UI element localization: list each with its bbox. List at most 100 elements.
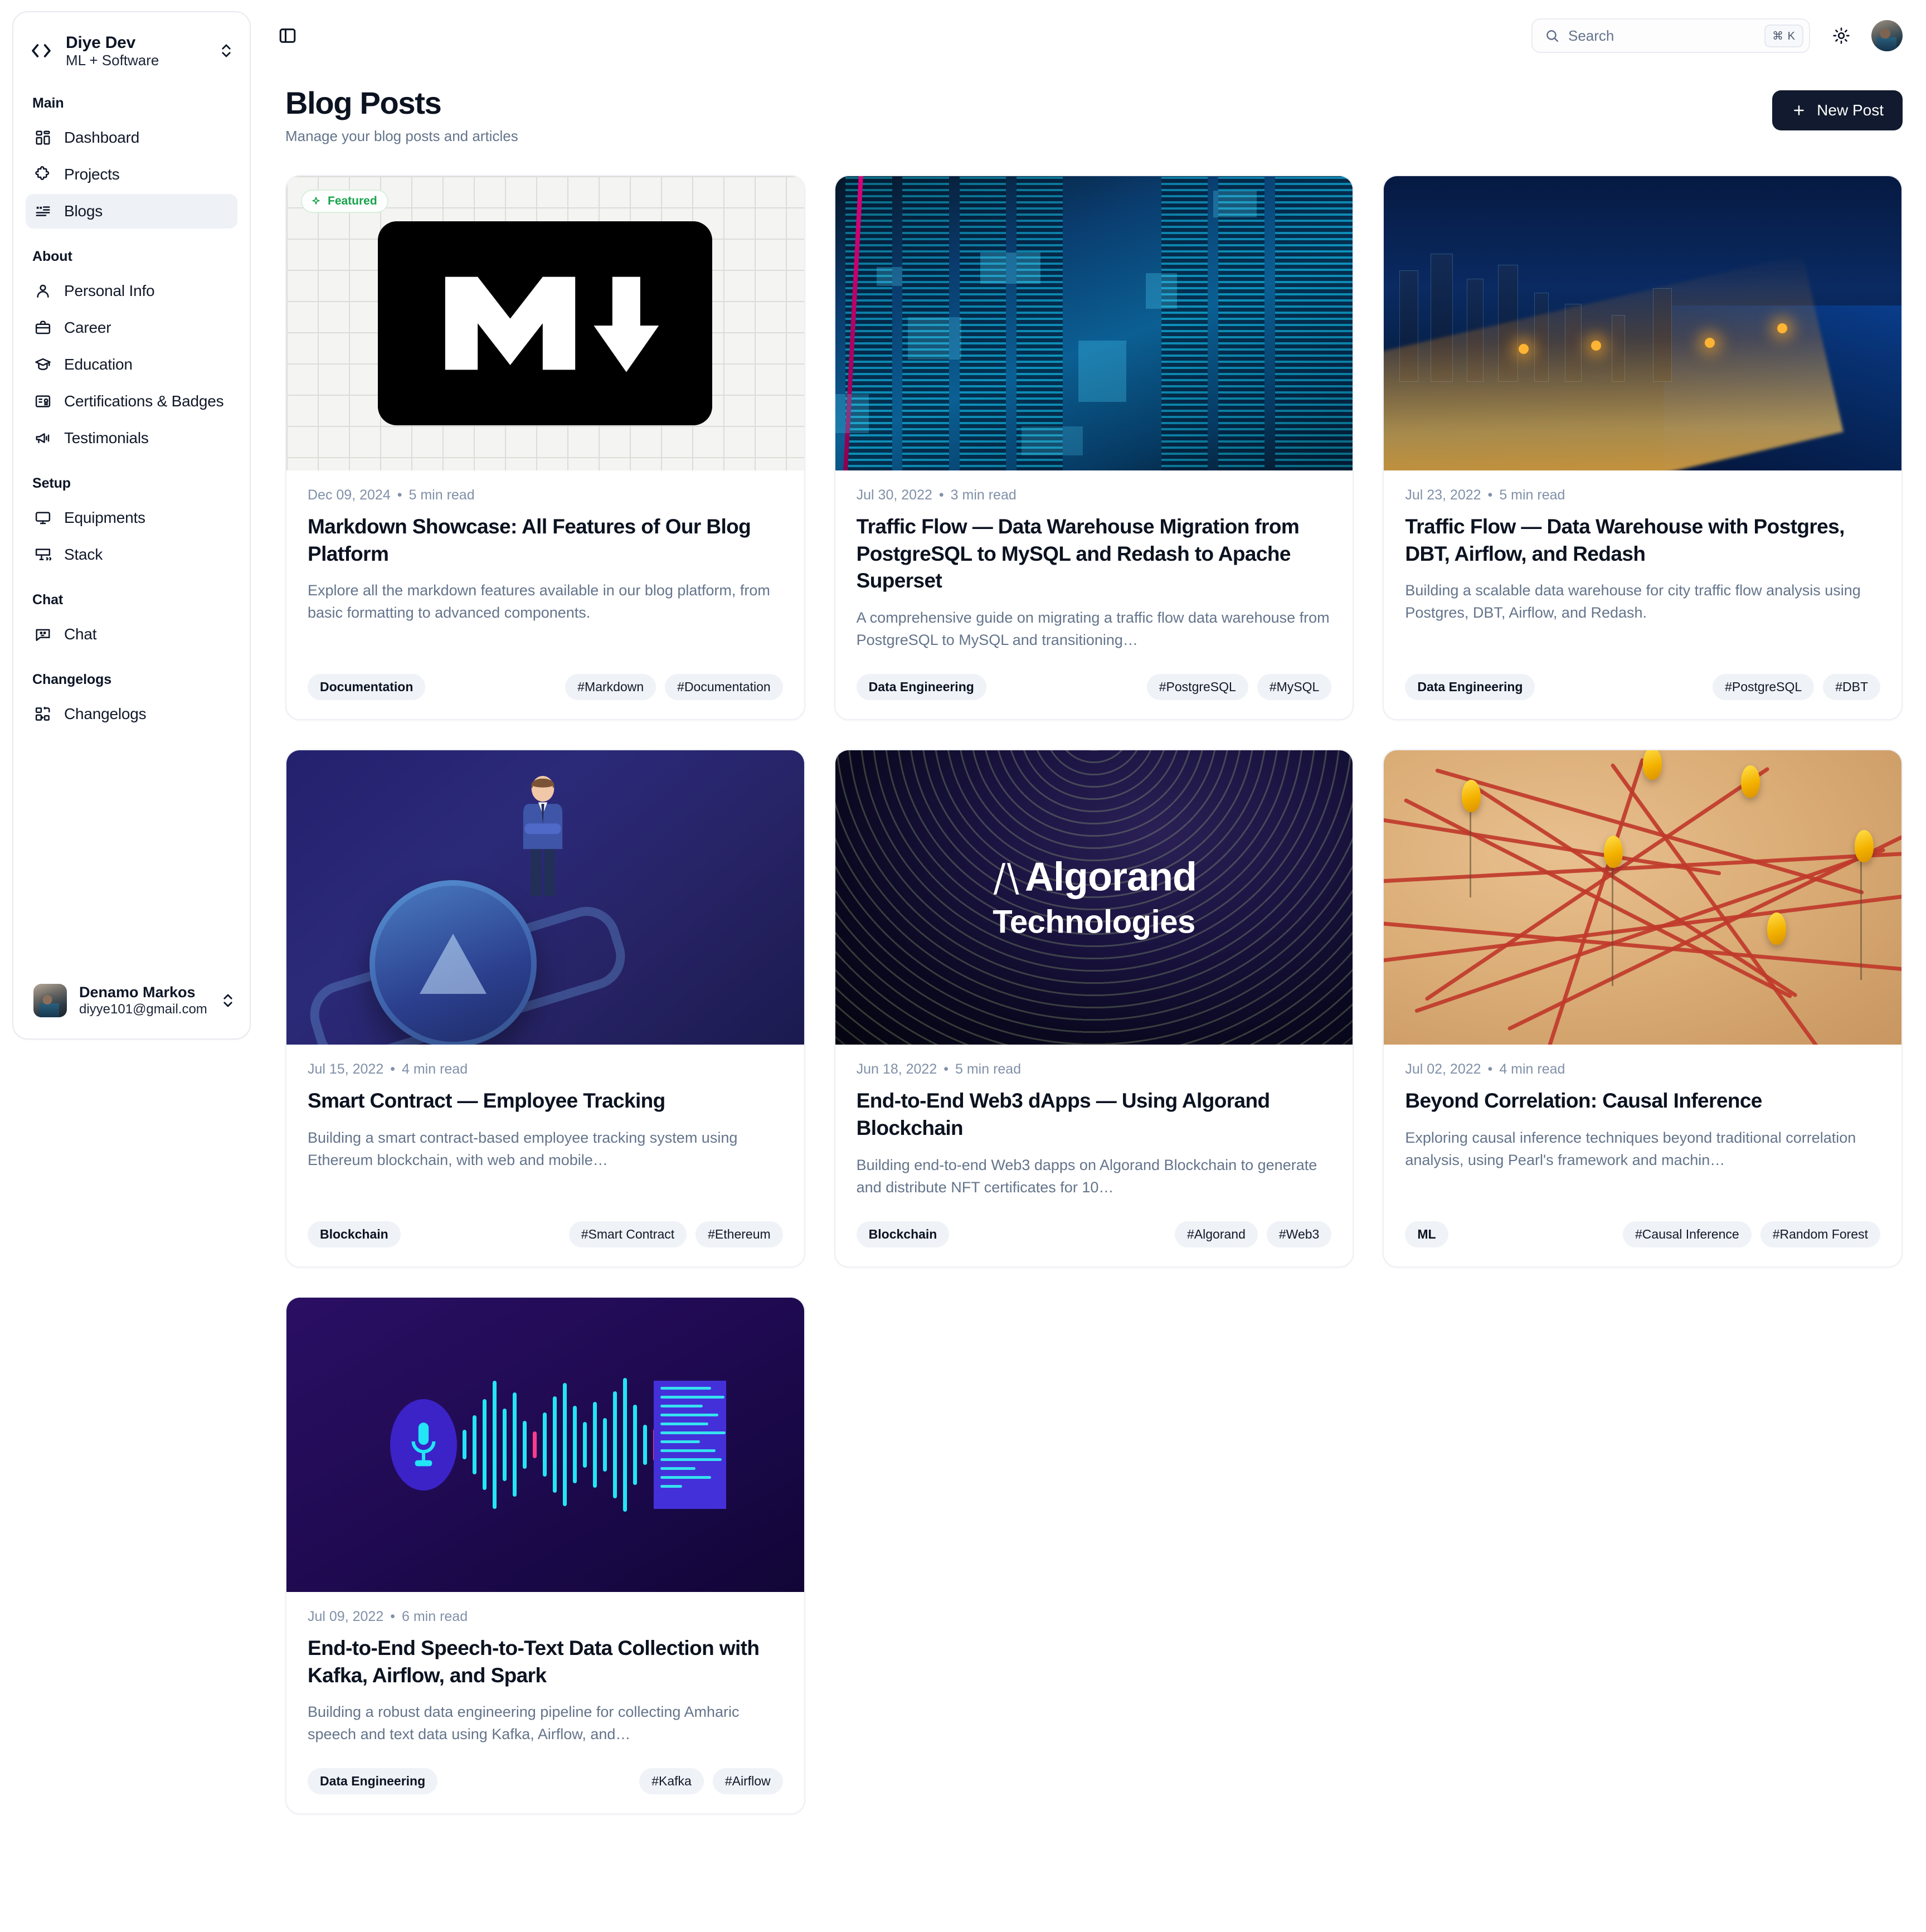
post-tag-chip[interactable]: #Ethereum [696, 1221, 783, 1247]
brand-name: Diye Dev [66, 33, 136, 52]
post-read-time: 4 min read [401, 1061, 468, 1077]
sidebar-item-testimonials[interactable]: Testimonials [26, 421, 237, 455]
algorand-logo-sub: Technologies [993, 904, 1195, 940]
post-tag-chip[interactable]: #Markdown [565, 674, 656, 701]
post-thumbnail [1384, 750, 1901, 1045]
sidebar-item-blogs[interactable]: Blogs [26, 193, 237, 229]
sidebar-user-menu[interactable]: Denamo Markos diyye101@gmail.com [25, 975, 239, 1026]
post-tag-chip[interactable]: #DBT [1823, 674, 1880, 701]
post-tags-row: Data Engineering #PostgreSQL #MySQL [856, 674, 1332, 701]
post-tag-chip[interactable]: #PostgreSQL [1146, 674, 1248, 701]
nav-group-label: Changelogs [32, 671, 112, 687]
sidebar-item-changelogs[interactable]: Changelogs [26, 697, 237, 731]
user-name: Denamo Markos [79, 983, 196, 1001]
topbar: Search ⌘ K [262, 0, 1926, 71]
post-tag-chip[interactable]: #Web3 [1266, 1221, 1332, 1247]
post-date: Jul 30, 2022 [856, 487, 932, 503]
nav-group-chat: Chat Chat [26, 586, 237, 652]
blog-post-card[interactable]: Featured Dec 09, 2024 • 5 min read Markdow… [285, 174, 805, 721]
blog-post-card[interactable]: Jul 30, 2022 • 3 min read Traffic Flow — D… [834, 174, 1354, 721]
algorand-logo-thumbnail: Algorand Technologies [835, 750, 1353, 1045]
post-category-chip[interactable]: Blockchain [856, 1221, 950, 1247]
post-category-chip[interactable]: Data Engineering [308, 1768, 438, 1795]
app-root: Diye Dev ML + Software Main Dashboard Pr… [0, 0, 1926, 1932]
sidebar-item-chat[interactable]: Chat [26, 617, 237, 652]
post-read-time: 5 min read [955, 1061, 1022, 1077]
post-category-chip[interactable]: Blockchain [308, 1221, 401, 1247]
brand-subtitle: ML + Software [66, 51, 159, 69]
post-tag-chip[interactable]: #Airflow [712, 1768, 783, 1795]
search-placeholder: Search [1568, 27, 1614, 44]
post-tag-chip[interactable]: #PostgreSQL [1713, 674, 1815, 701]
sidebar-item-personal-info[interactable]: Personal Info [26, 274, 237, 308]
sidebar-item-label: Projects [64, 165, 120, 183]
chevron-updown-icon [216, 41, 236, 61]
sidebar-item-equipments[interactable]: Equipments [26, 501, 237, 535]
post-description: Explore all the markdown features availa… [308, 582, 770, 622]
post-tag-chip[interactable]: #Random Forest [1760, 1221, 1880, 1247]
post-meta: Jul 15, 2022 • 4 min read [308, 1061, 468, 1077]
sidebar-item-stack[interactable]: Stack [26, 537, 237, 572]
post-tag-chip[interactable]: #MySQL [1257, 674, 1332, 701]
featured-label: Featured [328, 194, 377, 207]
sidebar-item-projects[interactable]: Projects [26, 157, 237, 192]
post-tag-chip[interactable]: #Smart Contract [568, 1221, 687, 1247]
blog-post-card[interactable]: Algorand Technologies Jun 18, 2022 • 5 min… [834, 749, 1354, 1268]
blog-post-card[interactable]: Jul 09, 2022 • 6 min read End-to-End Speec… [285, 1296, 805, 1815]
post-category-chip[interactable]: Documentation [308, 674, 426, 701]
post-thumbnail [835, 176, 1353, 470]
post-title: Smart Contract — Employee Tracking [308, 1089, 665, 1113]
blog-post-card[interactable]: Jul 02, 2022 • 4 min read Beyond Correlati… [1383, 749, 1903, 1268]
changelog-icon [33, 705, 52, 724]
graduation-cap-icon [33, 355, 52, 374]
quote-list-icon [33, 202, 52, 221]
briefcase-icon [33, 318, 52, 337]
post-tags-row: ML #Causal Inference #Random Forest [1405, 1221, 1880, 1247]
blog-post-card[interactable]: Jul 23, 2022 • 5 min read Traffic Flow — D… [1383, 174, 1903, 721]
blog-post-grid: Featured Dec 09, 2024 • 5 min read Markdow… [262, 145, 1926, 1848]
page-subtitle: Manage your blog posts and articles [285, 127, 518, 144]
sidebar-toggle-icon[interactable] [272, 20, 303, 51]
post-tag-chip[interactable]: #Causal Inference [1623, 1221, 1752, 1247]
blog-post-card[interactable]: Jul 15, 2022 • 4 min read Smart Contract —… [285, 749, 805, 1268]
sidebar-item-career[interactable]: Career [26, 310, 237, 345]
post-description: Building a scalable data warehouse for c… [1405, 582, 1861, 622]
search-icon [1544, 27, 1560, 44]
post-tag-chip[interactable]: #Algorand [1175, 1221, 1258, 1247]
post-tag-chip[interactable]: #Kafka [639, 1768, 704, 1795]
main-content: Search ⌘ K Blog Posts Manage your blog p… [262, 0, 1926, 1932]
brand-switcher[interactable]: Diye Dev ML + Software [13, 23, 250, 74]
post-thumbnail [286, 750, 804, 1045]
post-category-chip[interactable]: Data Engineering [856, 674, 986, 701]
sidebar-item-certifications-badges[interactable]: Certifications & Badges [26, 384, 237, 419]
sidebar-item-dashboard[interactable]: Dashboard [26, 120, 237, 155]
sidebar-item-education[interactable]: Education [26, 347, 237, 382]
certificate-icon [33, 392, 52, 411]
speech-waveform-thumbnail [286, 1297, 804, 1592]
post-read-time: 3 min read [950, 487, 1016, 503]
post-date: Jul 23, 2022 [1405, 487, 1481, 503]
sidebar: Diye Dev ML + Software Main Dashboard Pr… [0, 0, 262, 1932]
post-meta: Jul 09, 2022 • 6 min read [308, 1608, 468, 1624]
sidebar-item-label: Education [64, 355, 133, 373]
post-read-time: 5 min read [408, 487, 475, 503]
avatar[interactable] [1871, 20, 1903, 51]
post-category-chip[interactable]: Data Engineering [1405, 674, 1535, 701]
post-description: Building end-to-end Web3 dapps on Algora… [856, 1156, 1317, 1196]
post-category-chip[interactable]: ML [1405, 1221, 1448, 1247]
post-date: Jun 18, 2022 [856, 1061, 937, 1077]
nav-group-changelogs: Changelogs Changelogs [26, 666, 237, 731]
layout-dashboard-icon [33, 128, 52, 147]
search-input[interactable]: Search ⌘ K [1531, 18, 1810, 53]
sidebar-item-label: Personal Info [64, 281, 155, 299]
sidebar-item-label: Blogs [64, 202, 103, 220]
nav-group-main: Main Dashboard Projects Blogs [26, 90, 237, 229]
post-meta: Jun 18, 2022 • 5 min read [856, 1061, 1022, 1077]
nav-group-label: Main [32, 95, 64, 111]
new-post-button[interactable]: New Post [1772, 90, 1903, 130]
post-tag-chip[interactable]: #Documentation [665, 674, 783, 701]
post-meta: Jul 02, 2022 • 4 min read [1405, 1061, 1565, 1077]
new-post-label: New Post [1817, 101, 1884, 119]
sun-icon[interactable] [1826, 20, 1857, 51]
